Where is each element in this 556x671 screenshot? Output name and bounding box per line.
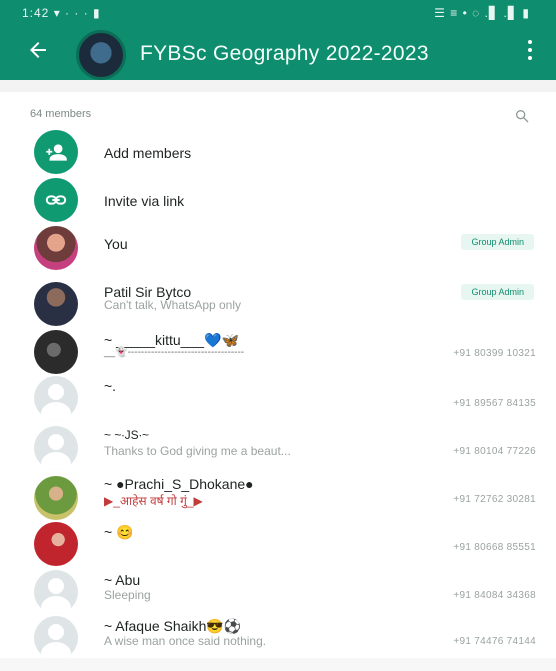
invite-link-avatar [34, 178, 78, 222]
add-members-row[interactable]: Add members [0, 128, 556, 176]
group-avatar[interactable] [76, 30, 126, 80]
member-row[interactable]: ~. +91 89567 84135 [0, 372, 556, 420]
member-row[interactable]: Patil Sir Bytco Can't talk, WhatsApp onl… [0, 274, 556, 326]
member-status: Sleeping [104, 588, 151, 602]
member-row[interactable]: ~ Afaque Shaikh😎⚽ A wise man once said n… [0, 612, 556, 660]
member-row[interactable]: ~ ~∙JS∙~ Thanks to God giving me a beaut… [0, 420, 556, 470]
member-row[interactable]: ~ Abu Sleeping +91 84084 34368 [0, 566, 556, 614]
members-count: 64 members [30, 108, 92, 120]
member-row[interactable]: ~ _____kittu___💙🦋 __👻-------------------… [0, 322, 556, 374]
member-name: ~ 😊 [104, 524, 134, 540]
member-name: ~. [104, 378, 117, 394]
member-phone: +91 72762 30281 [453, 494, 536, 505]
member-avatar [34, 330, 78, 374]
member-row[interactable]: ~ 😊 +91 80668 85551 [0, 516, 556, 566]
member-phone: +91 74476 74144 [453, 636, 536, 647]
overflow-menu-icon[interactable] [520, 40, 540, 64]
back-arrow-icon[interactable] [26, 38, 50, 62]
member-name: ~ Afaque Shaikh😎⚽ [104, 618, 242, 634]
app-bar: 1:42 ▾ · · · ▮ ☰ ≡ • ◌ .▋ .▋ ▮ FYBSc Geo… [0, 0, 556, 80]
add-person-icon [46, 144, 67, 161]
member-status: __👻----------------------------------- [104, 347, 245, 358]
member-name: You [104, 236, 128, 252]
default-avatar-icon [34, 376, 78, 420]
member-phone: +91 80104 77226 [453, 446, 536, 457]
member-name: ~ Abu [104, 572, 141, 588]
member-avatar [34, 282, 78, 326]
member-status: A wise man once said nothing. [104, 634, 267, 648]
member-name: ~ ●Prachi_S_Dhokane● [104, 476, 254, 492]
status-bar: 1:42 ▾ · · · ▮ ☰ ≡ • ◌ .▋ .▋ ▮ [0, 0, 556, 26]
member-phone: +91 80668 85551 [453, 542, 536, 553]
member-row[interactable]: ~ ●Prachi_S_Dhokane● ▶_आहेस वर्ष गो गुं_… [0, 468, 556, 520]
member-row[interactable]: You Group Admin [0, 224, 556, 272]
default-avatar-icon [34, 570, 78, 614]
member-status: Can't talk, WhatsApp only [104, 298, 242, 312]
group-info-screen: 1:42 ▾ · · · ▮ ☰ ≡ • ◌ .▋ .▋ ▮ FYBSc Geo… [0, 0, 556, 671]
group-admin-badge: Group Admin [461, 284, 534, 300]
search-icon[interactable] [514, 108, 530, 124]
link-icon [45, 195, 67, 205]
status-right: ☰ ≡ • ◌ .▋ .▋ ▮ [434, 6, 530, 20]
status-left: 1:42 ▾ · · · ▮ [22, 6, 101, 20]
invite-link-row[interactable]: Invite via link [0, 176, 556, 224]
member-name: ~ ~∙JS∙~ [104, 428, 150, 442]
invite-link-label: Invite via link [104, 193, 185, 209]
member-avatar [34, 522, 78, 566]
member-phone: +91 80399 10321 [453, 348, 536, 359]
page-title[interactable]: FYBSc Geography 2022-2023 [140, 42, 429, 66]
member-phone: +91 89567 84135 [453, 398, 536, 409]
add-member-avatar [34, 130, 78, 174]
member-phone: +91 84084 34368 [453, 590, 536, 601]
add-members-label: Add members [104, 145, 192, 161]
system-navigation-bar [0, 658, 556, 671]
member-avatar [34, 476, 78, 520]
member-avatar [34, 226, 78, 270]
divider [0, 80, 556, 92]
default-avatar-icon [34, 426, 78, 470]
group-admin-badge: Group Admin [461, 234, 534, 250]
default-avatar-icon [34, 616, 78, 660]
member-status: Thanks to God giving me a beaut... [104, 444, 291, 458]
member-status: ▶_आहेस वर्ष गो गुं_▶ [104, 494, 203, 508]
